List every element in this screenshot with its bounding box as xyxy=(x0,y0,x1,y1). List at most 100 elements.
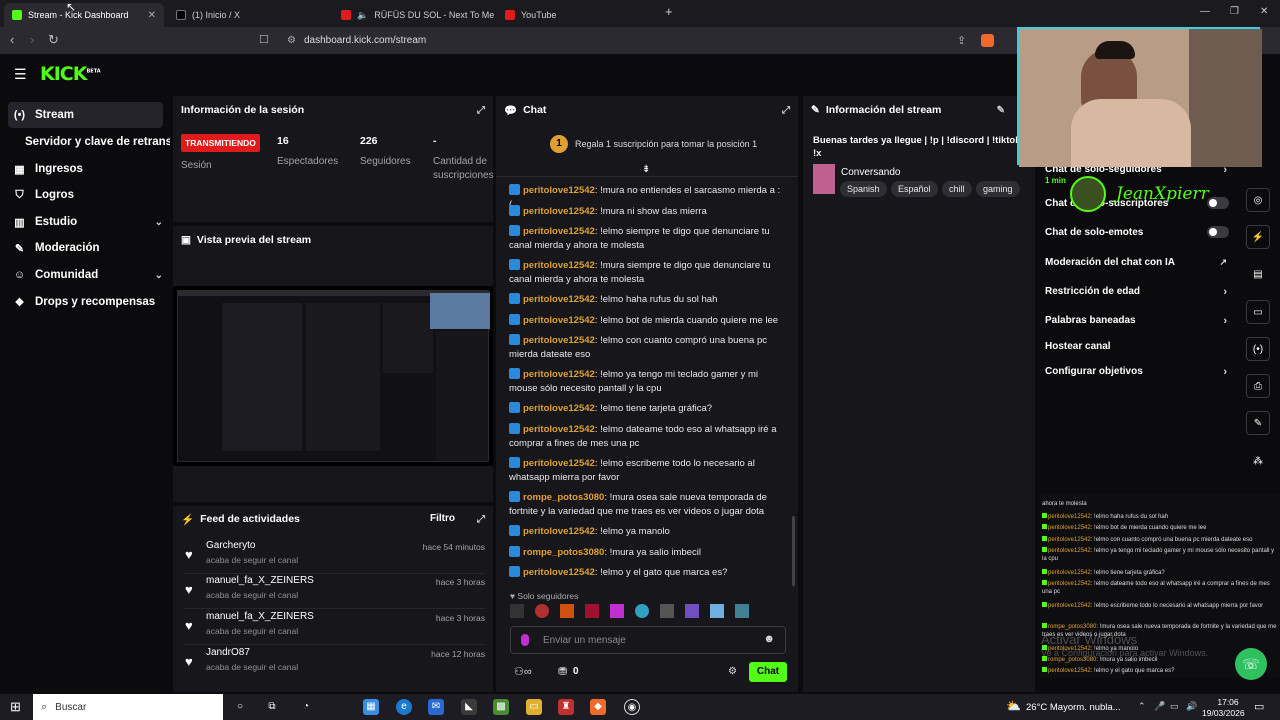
sidebar-item-drops[interactable]: ❖ Drops y recompensas xyxy=(8,289,163,315)
tab-x[interactable]: (1) Inicio / X xyxy=(168,3,333,27)
scroll-down-icon[interactable]: ⇟ xyxy=(642,164,650,175)
emote-icon[interactable] xyxy=(635,604,649,618)
sidebar-item-moderacion[interactable]: ✎ Moderación xyxy=(8,235,163,261)
file-explorer-icon[interactable]: ▭ xyxy=(526,699,542,715)
setting-host-channel[interactable]: Hostear canal xyxy=(1045,341,1235,352)
clock-time[interactable]: 17:06 xyxy=(1210,697,1246,707)
send-chat-button[interactable]: Chat xyxy=(749,662,787,682)
tag-pill[interactable]: Español xyxy=(891,181,938,197)
maximize-button[interactable]: ❐ xyxy=(1230,6,1239,17)
feed-username[interactable]: manuel_fa_X_ZEINERS xyxy=(206,575,314,586)
emote-icon[interactable] xyxy=(585,604,599,618)
subs-only-toggle[interactable] xyxy=(1207,197,1229,209)
expand-icon[interactable]: ⤢ xyxy=(477,514,485,525)
tag-pill[interactable]: chill xyxy=(942,181,972,197)
app-red-icon[interactable]: ♜ xyxy=(558,699,574,715)
brave-shield-icon[interactable] xyxy=(981,34,994,47)
feed-username[interactable]: manuel_fa_X_ZEINERS xyxy=(206,611,314,622)
quick-action-stream-icon[interactable]: ◎ xyxy=(1246,188,1270,212)
nvidia-icon[interactable]: ◣ xyxy=(461,699,477,715)
expand-icon[interactable]: ⤢ xyxy=(782,105,790,116)
mic-icon[interactable] xyxy=(521,634,529,646)
emote-icon[interactable] xyxy=(685,604,699,618)
emotes-only-toggle[interactable] xyxy=(1207,226,1229,238)
minecraft-icon[interactable]: ▩ xyxy=(493,699,509,715)
emote-icon[interactable] xyxy=(510,604,524,618)
taskbar-search-box[interactable]: ⌕ Buscar xyxy=(33,694,223,720)
quick-action-wrench-icon[interactable]: ✎ xyxy=(1246,411,1270,435)
category-name[interactable]: Conversando xyxy=(841,167,900,178)
gift-sub-prompt[interactable]: Regala 1 suscripción para tomar la posic… xyxy=(575,139,757,149)
quick-action-group-icon[interactable]: ⁂ xyxy=(1246,449,1270,473)
category-thumbnail[interactable] xyxy=(813,164,835,194)
tag-pill[interactable]: gaming xyxy=(976,181,1020,197)
sidebar-item-logros[interactable]: ⛉ Logros xyxy=(8,182,163,208)
volume-icon[interactable]: 🔊 xyxy=(1186,701,1197,712)
stream-preview-video[interactable] xyxy=(173,286,493,466)
emote-icon[interactable] xyxy=(560,604,574,618)
close-icon[interactable]: ✕ xyxy=(148,10,156,21)
quick-action-lightning-icon[interactable]: ⚡ xyxy=(1246,225,1270,249)
emote-icon[interactable] xyxy=(610,604,624,618)
forward-icon[interactable]: › xyxy=(30,32,34,47)
mic-tray-icon[interactable]: 🎤 xyxy=(1154,701,1165,712)
emote-icon[interactable] xyxy=(735,604,749,618)
emote-icon[interactable] xyxy=(535,604,549,618)
reload-icon[interactable]: ↻ xyxy=(48,32,59,48)
quick-action-broadcast-icon[interactable]: (•) xyxy=(1246,337,1270,361)
notifications-icon[interactable]: ▭ xyxy=(1254,700,1264,713)
url-field[interactable]: ⚙ dashboard.kick.com/stream xyxy=(283,31,1000,50)
brave-icon[interactable]: ◆ xyxy=(590,699,606,715)
site-info-icon[interactable]: ⚙ xyxy=(287,35,296,46)
app-icon[interactable]: ◔ xyxy=(298,699,314,715)
tab-youtube-music[interactable]: 🔈 RÜFÜS DU SOL - Next To Me (Offi xyxy=(333,3,495,27)
new-tab-button[interactable]: + xyxy=(665,4,673,19)
weather-text[interactable]: 26°C Mayorm. nubla... xyxy=(1026,702,1121,713)
quick-action-chat-icon[interactable]: ▭ xyxy=(1246,300,1270,324)
obs-icon[interactable]: ◉ xyxy=(624,699,640,715)
quick-action-doc-icon[interactable]: ▤ xyxy=(1246,262,1270,286)
expand-icon[interactable]: ⤢ xyxy=(477,105,485,116)
community-points-icon[interactable]: ⚇∞ xyxy=(514,665,532,678)
quick-action-print-icon[interactable]: ⎙ xyxy=(1246,374,1270,398)
tag-pill[interactable]: Spanish xyxy=(840,181,887,197)
hamburger-menu-icon[interactable]: ☰ xyxy=(14,66,27,83)
close-window-button[interactable]: ✕ xyxy=(1260,6,1268,17)
edge-icon[interactable]: e xyxy=(396,699,412,715)
edit-icon[interactable]: ✎ xyxy=(997,105,1005,116)
setting-age-restriction[interactable]: Restricción de edad › xyxy=(1045,286,1235,298)
filter-button[interactable]: Filtro xyxy=(430,513,455,524)
setting-ai-moderation[interactable]: Moderación del chat con IA ↗ xyxy=(1045,257,1235,268)
emoji-icon[interactable]: ☻ xyxy=(763,633,775,645)
setting-goals[interactable]: Configurar objetivos › xyxy=(1045,366,1235,378)
store-icon[interactable]: ▦ xyxy=(363,699,379,715)
cortana-icon[interactable]: ○ xyxy=(232,699,248,715)
setting-emotes-only[interactable]: Chat de solo-emotes xyxy=(1045,226,1235,238)
tab-kick-dashboard[interactable]: Stream - Kick Dashboard ✕ xyxy=(4,3,164,27)
sidebar-item-estudio[interactable]: ▥ Estudio ⌄ xyxy=(8,209,163,235)
task-view-icon[interactable]: ⧉ xyxy=(264,699,280,715)
mail-icon[interactable]: ✉ xyxy=(428,699,444,715)
support-chat-icon[interactable]: ☏ xyxy=(1235,648,1267,680)
gift-icon[interactable]: ⛃ xyxy=(558,665,567,678)
chat-scrollbar[interactable] xyxy=(792,516,795,586)
share-icon[interactable]: ⇪ xyxy=(957,34,966,47)
back-icon[interactable]: ‹ xyxy=(10,32,14,47)
chat-settings-icon[interactable]: ⚙ xyxy=(728,666,737,677)
tab-youtube[interactable]: YouTube xyxy=(497,3,659,27)
setting-banned-words[interactable]: Palabras baneadas › xyxy=(1045,315,1235,327)
minimize-button[interactable]: — xyxy=(1200,6,1210,17)
kick-logo[interactable]: KICKBETA xyxy=(40,63,101,85)
feed-username[interactable]: Garcheryto xyxy=(206,540,255,551)
sidebar-item-comunidad[interactable]: ☺ Comunidad ⌄ xyxy=(8,262,163,288)
clock-date[interactable]: 19/03/2026 xyxy=(1202,708,1245,718)
network-icon[interactable]: ▭ xyxy=(1170,701,1179,712)
bookmark-icon[interactable]: ☐ xyxy=(259,33,269,46)
sidebar-item-stream[interactable]: (•) Stream xyxy=(8,102,163,128)
sidebar-item-ingresos[interactable]: ▦ Ingresos xyxy=(8,156,163,182)
sidebar-item-server-key[interactable]: Servidor y clave de retransmisión xyxy=(20,129,170,155)
windows-start-icon[interactable]: ⊞ xyxy=(10,699,21,715)
chat-message-input[interactable]: Enviar un mensaje ☻ xyxy=(510,626,786,654)
tray-chevron-icon[interactable]: ⌃ xyxy=(1138,701,1146,712)
feed-username[interactable]: JandrO87 xyxy=(206,647,250,658)
